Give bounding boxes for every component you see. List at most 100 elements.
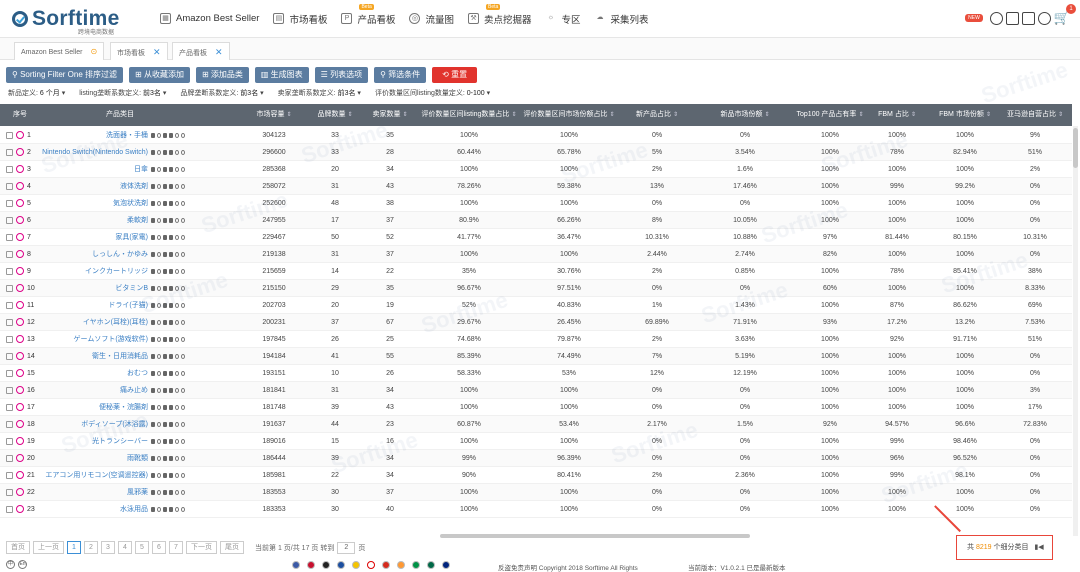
first-page-button[interactable]: 首页 [6,541,30,554]
link-icon[interactable] [175,371,179,376]
row-action-icons[interactable] [151,201,187,207]
us-flag-icon[interactable] [292,561,300,569]
bell-icon[interactable] [169,201,173,206]
cart-icon[interactable] [163,201,167,206]
row-action-icons[interactable] [151,150,187,156]
it-flag-icon[interactable] [412,561,420,569]
filter-brand-monopoly[interactable]: 品牌垄断系数定义: 前3名 ▾ [180,88,263,98]
link-icon[interactable] [175,439,179,444]
category-link[interactable]: エアコン用リモコン(空调遥控器) [40,467,148,484]
favorite-icon[interactable] [16,216,24,224]
search-icon[interactable] [157,201,161,206]
bell-icon[interactable] [169,456,173,461]
search-icon[interactable] [157,303,161,308]
column-header[interactable]: 市场容量 ⇕ [248,104,300,126]
chart-icon[interactable] [151,337,155,342]
category-link[interactable]: ボディソープ(沐浴露) [40,416,148,433]
row-action-icons[interactable] [151,473,187,479]
favorite-icon[interactable] [16,437,24,445]
sorting-filter-button[interactable]: ⚲ Sorting Filter One 排序过滤 [6,67,124,83]
chart-icon[interactable] [151,133,155,138]
bell-icon[interactable] [169,133,173,138]
table-row[interactable]: 20 雨靴類 186444 39 34 99% 96.39% 0% 0% 100% 96% 96.52… [0,450,1072,467]
link-icon[interactable] [175,490,179,495]
user-icon[interactable] [989,11,1003,25]
chart-icon[interactable] [151,235,155,240]
row-checkbox[interactable] [6,302,13,309]
uk-flag-icon[interactable] [307,561,315,569]
table-row[interactable]: 11 ドライ(子猫) 202703 20 19 52% 40.83% 1% 1.43% 100% 8… [0,297,1072,314]
row-action-icons[interactable] [151,218,187,224]
row-checkbox[interactable] [6,404,13,411]
jp-flag-icon[interactable] [367,561,375,569]
bell-icon[interactable] [169,150,173,155]
favorite-icon[interactable] [16,250,24,258]
row-action-icons[interactable] [151,337,187,343]
search-icon[interactable] [157,388,161,393]
favorite-icon[interactable] [16,233,24,241]
copy-icon[interactable] [181,507,185,512]
link-icon[interactable] [175,337,179,342]
link-icon[interactable] [175,201,179,206]
favorite-icon[interactable] [16,454,24,462]
table-row[interactable]: 13 ゲームソフト(游戏软件) 197845 26 25 74.68% 79.87% 2% 3.… [0,331,1072,348]
copy-icon[interactable] [181,303,185,308]
category-link[interactable]: 痛み止め [40,382,148,399]
au-flag-icon[interactable] [442,561,450,569]
category-link[interactable]: 風邪薬 [40,484,148,501]
search-icon[interactable] [157,252,161,257]
english-lang-icon[interactable]: En [18,560,27,569]
row-action-icons[interactable] [151,354,187,360]
monitor-icon[interactable] [1021,11,1035,25]
row-checkbox[interactable] [6,217,13,224]
es-flag-icon[interactable] [352,561,360,569]
cart-icon[interactable] [163,422,167,427]
favorite-icon[interactable] [16,199,24,207]
chart-icon[interactable] [151,405,155,410]
nav-traffic-chart[interactable]: ◎ 流量图 [409,12,454,26]
copy-icon[interactable] [181,218,185,223]
prev-page-button[interactable]: 上一页 [33,541,64,554]
cart-icon[interactable] [163,235,167,240]
chart-icon[interactable] [151,507,155,512]
add-from-favorites-button[interactable]: ⊞ 从收藏添加 [129,67,190,83]
sort-icon[interactable]: ⇕ [511,112,516,118]
chart-icon[interactable] [151,439,155,444]
row-checkbox[interactable] [6,336,13,343]
category-link[interactable]: ドライ(子猫) [40,297,148,314]
link-icon[interactable] [175,286,179,291]
copy-icon[interactable] [181,405,185,410]
sort-icon[interactable]: ⇕ [986,112,991,118]
column-header[interactable]: 新产品占比 ⇕ [620,104,694,126]
row-action-icons[interactable] [151,490,187,496]
search-icon[interactable] [157,422,161,427]
favorite-icon[interactable] [16,182,24,190]
row-action-icons[interactable] [151,320,187,326]
copy-icon[interactable] [181,439,185,444]
cart-icon[interactable] [163,286,167,291]
copy-icon[interactable] [181,371,185,376]
cart-icon[interactable] [163,456,167,461]
row-action-icons[interactable] [151,422,187,428]
favorite-icon[interactable] [16,301,24,309]
chart-icon[interactable] [151,269,155,274]
link-icon[interactable] [175,218,179,223]
tab-amazon-best-seller[interactable]: Amazon Best Seller ⊙ [14,42,105,60]
search-icon[interactable] [157,473,161,478]
search-icon[interactable] [157,439,161,444]
chart-icon[interactable] [151,184,155,189]
table-row[interactable]: 14 衛生・日用消耗品 194184 41 55 85.39% 74.49% 7% 5.19% 1… [0,348,1072,365]
link-icon[interactable] [175,456,179,461]
row-checkbox[interactable] [6,166,13,173]
bell-icon[interactable] [169,269,173,274]
column-header[interactable]: 品牌数量 ⇕ [310,104,360,126]
download-icon[interactable] [1037,11,1051,25]
table-row[interactable]: 5 気泡状洗剤 252600 48 38 100% 100% 0% 0% 100% 100% 100%… [0,195,1072,212]
nav-product-board[interactable]: Beta P 产品看板 [341,3,395,26]
favorite-icon[interactable] [16,165,24,173]
cart-icon[interactable] [163,167,167,172]
table-row[interactable]: 2 Nintendo Switch(Nintendo Switch) 296600 3… [0,144,1072,161]
scrollbar-thumb[interactable] [1073,128,1078,168]
table-row[interactable]: 16 痛み止め 181841 31 34 100% 100% 0% 0% 100% 100% 100%… [0,382,1072,399]
copy-icon[interactable] [181,490,185,495]
